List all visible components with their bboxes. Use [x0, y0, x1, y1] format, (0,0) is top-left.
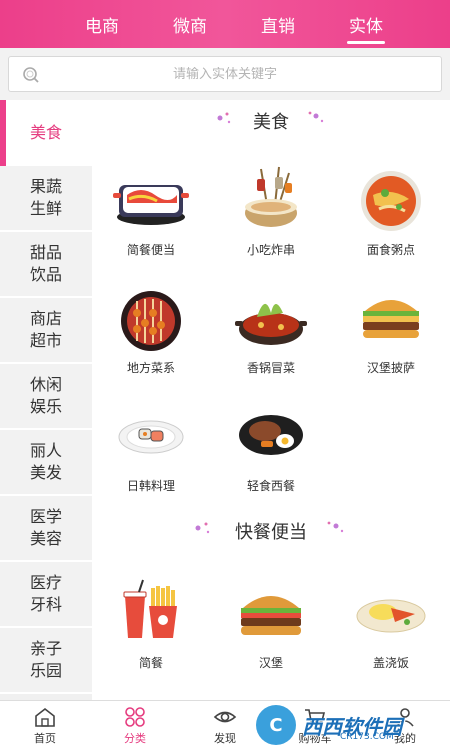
sidebar-item-desserts-drinks[interactable]: 甜品饮品 — [0, 232, 92, 298]
category-label: 轻食西餐 — [246, 479, 295, 493]
category-icon — [125, 706, 145, 727]
sidebar-item-fresh-produce[interactable]: 果蔬生鲜 — [0, 166, 92, 232]
sidebar-item-label: 果蔬生鲜 — [30, 177, 63, 218]
category-sidebar: 美食 果蔬生鲜 甜品饮品 商店超市 休闲娱乐 丽人美发 医学美容 医疗牙科 亲子… — [0, 100, 92, 700]
steak-plate-icon — [239, 415, 303, 455]
bottom-nav-home[interactable]: 首页 — [0, 701, 90, 750]
site-watermark: C 西西软件园 CR173.COM — [250, 700, 450, 750]
category-label: 香锅冒菜 — [246, 361, 295, 375]
tab-physical-store[interactable]: 实体 — [337, 0, 395, 48]
watermark-logo: C — [256, 705, 296, 745]
sidebar-item-dental[interactable]: 医疗牙科 — [0, 562, 92, 628]
category-burger-pizza[interactable]: 汉堡披萨 — [332, 283, 450, 376]
category-simple-meal[interactable]: 简餐 — [92, 578, 210, 671]
sidebar-item-label: 亲子乐园 — [30, 639, 63, 680]
bento-box-icon — [113, 185, 189, 225]
category-label: 日韩料理 — [126, 479, 175, 493]
tab-microbusiness[interactable]: 微商 — [161, 0, 219, 48]
sidebar-item-label: 甜品饮品 — [30, 243, 63, 284]
sidebar-item-label: 丽人美发 — [30, 441, 63, 482]
bottom-nav-label: 发现 — [214, 731, 236, 745]
category-bento[interactable]: 简餐便当 — [92, 165, 210, 258]
bottom-nav-label: 分类 — [124, 731, 146, 745]
section-title-food: 美食 — [253, 112, 289, 133]
sparkle-decoration-icon — [308, 111, 324, 123]
category-rice-plate[interactable]: 盖浇饭 — [332, 578, 450, 671]
category-hamburger[interactable]: 汉堡 — [212, 578, 330, 671]
category-noodles[interactable]: 面食粥点 — [332, 165, 450, 258]
sidebar-item-medical-beauty[interactable]: 医学美容 — [0, 496, 92, 562]
top-tab-bar: 电商 微商 直销 实体 — [0, 0, 450, 48]
category-japanese-korean[interactable]: 日韩料理 — [92, 401, 210, 494]
search-box[interactable] — [8, 56, 442, 92]
sidebar-item-beauty-hair[interactable]: 丽人美发 — [0, 430, 92, 496]
sidebar-item-food[interactable]: 美食 — [0, 100, 92, 166]
search-icon — [23, 67, 39, 83]
sushi-plate-icon — [118, 420, 184, 454]
category-label: 小吃炸串 — [246, 243, 295, 257]
bottom-nav-category[interactable]: 分类 — [90, 701, 180, 750]
search-bar — [0, 48, 450, 100]
sidebar-item-shops-supermarkets[interactable]: 商店超市 — [0, 298, 92, 364]
sidebar-item-kids-park[interactable]: 亲子乐园 — [0, 628, 92, 694]
bottom-nav-label: 首页 — [34, 731, 56, 745]
category-label: 简餐便当 — [126, 243, 175, 257]
category-label: 汉堡披萨 — [366, 361, 415, 375]
category-label: 简餐 — [138, 656, 163, 670]
category-label: 地方菜系 — [126, 361, 175, 375]
category-snack-skewers[interactable]: 小吃炸串 — [212, 165, 330, 258]
rice-plate-icon — [356, 599, 426, 633]
sidebar-item-label: 医学美容 — [30, 507, 63, 548]
hamburger-icon — [241, 596, 301, 635]
sidebar-item-label: 商店超市 — [30, 309, 63, 350]
section-title-fast-food: 快餐便当 — [235, 522, 307, 543]
sidebar-item-label: 休闲娱乐 — [30, 375, 63, 416]
category-spicy-pot[interactable]: 香锅冒菜 — [212, 283, 330, 376]
eye-icon — [213, 711, 237, 722]
tab-direct-sales[interactable]: 直销 — [249, 0, 307, 48]
category-label: 面食粥点 — [366, 243, 415, 257]
home-icon — [35, 707, 55, 727]
sidebar-item-label: 医疗牙科 — [30, 573, 63, 614]
search-input[interactable] — [75, 66, 375, 82]
category-label: 汉堡 — [258, 656, 283, 670]
sidebar-item-leisure[interactable]: 休闲娱乐 — [0, 364, 92, 430]
skewer-pot-icon — [245, 166, 297, 227]
spicy-pot-icon — [235, 303, 307, 345]
tab-ecommerce[interactable]: 电商 — [73, 0, 131, 48]
burger-icon — [363, 300, 419, 338]
category-label: 盖浇饭 — [372, 656, 409, 670]
category-regional-cuisine[interactable]: 地方菜系 — [92, 283, 210, 376]
watermark-subtext: CR173.COM — [340, 732, 394, 742]
sparkle-decoration-icon — [327, 521, 344, 533]
grill-skewers-icon — [121, 291, 181, 351]
sidebar-item-label: 美食 — [30, 123, 63, 142]
fries-drink-icon — [123, 579, 177, 638]
category-content: 美食 简餐便当 小吃炸串 面食粥点 地方菜系 香锅冒菜 汉堡披萨 日韩料理 轻食… — [92, 100, 450, 700]
category-light-western[interactable]: 轻食西餐 — [212, 401, 330, 494]
noodle-bowl-icon — [361, 171, 421, 231]
